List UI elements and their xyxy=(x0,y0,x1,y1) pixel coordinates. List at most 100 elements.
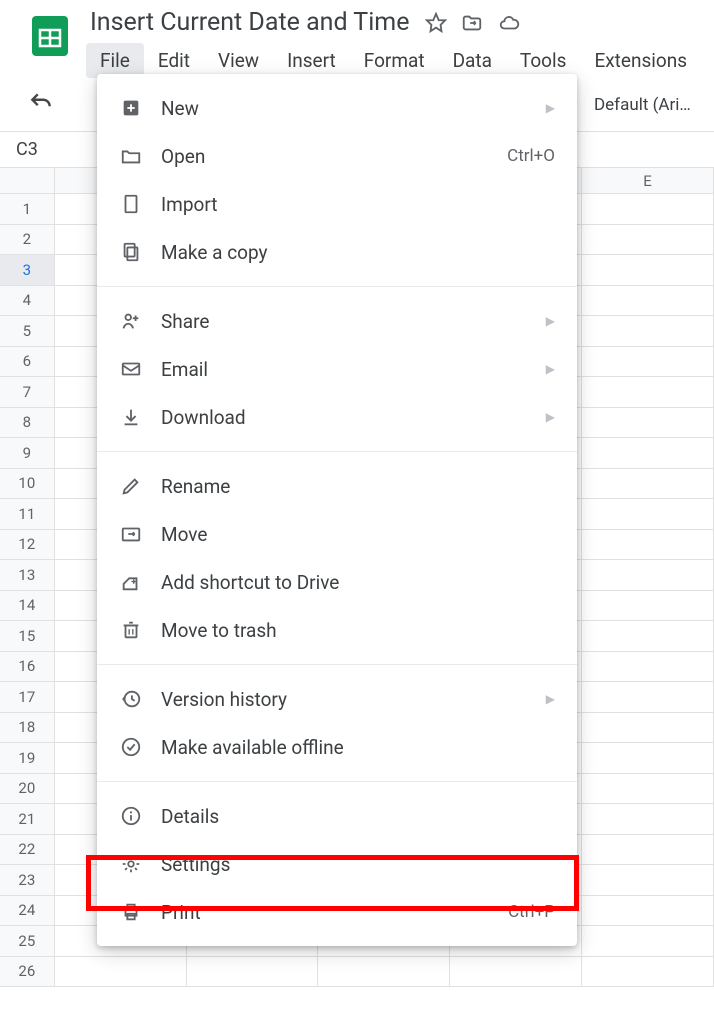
menu-file[interactable]: File xyxy=(86,43,144,78)
shortcut-icon xyxy=(119,570,143,594)
row-header[interactable]: 5 xyxy=(0,316,55,346)
row-header[interactable]: 2 xyxy=(0,225,55,255)
cell[interactable] xyxy=(450,957,582,987)
star-icon[interactable] xyxy=(425,12,447,34)
row-header[interactable]: 6 xyxy=(0,347,55,377)
cell-reference: C3 xyxy=(16,139,86,160)
menu-item-version-history[interactable]: Version history▶ xyxy=(97,675,577,723)
menu-tools[interactable]: Tools xyxy=(506,43,581,78)
cell[interactable] xyxy=(582,499,714,529)
row-header[interactable]: 9 xyxy=(0,438,55,468)
row-header[interactable]: 23 xyxy=(0,865,55,895)
row-header[interactable]: 15 xyxy=(0,621,55,651)
row-header[interactable]: 12 xyxy=(0,530,55,560)
menu-item-label: Make a copy xyxy=(161,241,555,264)
cell[interactable] xyxy=(582,652,714,682)
cell[interactable] xyxy=(582,804,714,834)
cell[interactable] xyxy=(582,469,714,499)
menu-item-new[interactable]: New▶ xyxy=(97,84,577,132)
row-header[interactable]: 3 xyxy=(0,255,55,285)
menu-insert[interactable]: Insert xyxy=(273,43,350,78)
menu-item-share[interactable]: Share▶ xyxy=(97,297,577,345)
cell[interactable] xyxy=(318,957,450,987)
menu-extensions[interactable]: Extensions xyxy=(580,43,701,78)
row-header[interactable]: 10 xyxy=(0,469,55,499)
cell[interactable] xyxy=(582,408,714,438)
import-icon xyxy=(119,192,143,216)
menu-item-settings[interactable]: Settings xyxy=(97,840,577,888)
menu-item-details[interactable]: Details xyxy=(97,792,577,840)
cell[interactable] xyxy=(582,835,714,865)
cell[interactable] xyxy=(582,713,714,743)
cell[interactable] xyxy=(582,621,714,651)
cloud-status-icon[interactable] xyxy=(497,12,521,34)
document-title[interactable]: Insert Current Date and Time xyxy=(86,6,413,39)
menu-item-print[interactable]: PrintCtrl+P xyxy=(97,888,577,936)
menu-item-label: Settings xyxy=(161,853,555,876)
menu-item-rename[interactable]: Rename xyxy=(97,462,577,510)
menu-item-make-available-offline[interactable]: Make available offline xyxy=(97,723,577,771)
menu-item-move[interactable]: Move xyxy=(97,510,577,558)
row-header[interactable]: 4 xyxy=(0,286,55,316)
menu-item-add-shortcut-to-drive[interactable]: Add shortcut to Drive xyxy=(97,558,577,606)
menu-item-move-to-trash[interactable]: Move to trash xyxy=(97,606,577,654)
row-header[interactable]: 21 xyxy=(0,804,55,834)
cell[interactable] xyxy=(582,377,714,407)
menu-item-download[interactable]: Download▶ xyxy=(97,393,577,441)
cell[interactable] xyxy=(582,194,714,224)
cell[interactable] xyxy=(582,896,714,926)
row-header[interactable]: 14 xyxy=(0,591,55,621)
cell[interactable] xyxy=(55,957,187,987)
menu-format[interactable]: Format xyxy=(350,43,439,78)
menu-item-email[interactable]: Email▶ xyxy=(97,345,577,393)
menu-separator xyxy=(97,664,577,665)
row-header[interactable]: 17 xyxy=(0,682,55,712)
cell[interactable] xyxy=(582,926,714,956)
row-header[interactable]: 19 xyxy=(0,743,55,773)
cell[interactable] xyxy=(582,255,714,285)
cell[interactable] xyxy=(582,316,714,346)
row-header[interactable]: 18 xyxy=(0,713,55,743)
row-header[interactable]: 26 xyxy=(0,957,55,987)
row-header[interactable]: 1 xyxy=(0,194,55,224)
move-folder-icon[interactable] xyxy=(461,12,483,34)
cell[interactable] xyxy=(582,286,714,316)
menu-data[interactable]: Data xyxy=(439,43,506,78)
sheets-logo[interactable] xyxy=(24,10,76,62)
row-header[interactable]: 20 xyxy=(0,774,55,804)
menu-item-open[interactable]: OpenCtrl+O xyxy=(97,132,577,180)
cell[interactable] xyxy=(582,347,714,377)
cell[interactable] xyxy=(582,560,714,590)
row-header[interactable]: 7 xyxy=(0,377,55,407)
cell[interactable] xyxy=(582,957,714,987)
row-header[interactable]: 16 xyxy=(0,652,55,682)
file-menu-dropdown: New▶OpenCtrl+OImport Make a copy Share▶Ema… xyxy=(97,74,577,946)
row-header[interactable]: 22 xyxy=(0,835,55,865)
undo-icon[interactable] xyxy=(28,90,54,120)
cell[interactable] xyxy=(582,743,714,773)
cell[interactable] xyxy=(582,865,714,895)
select-all-corner[interactable] xyxy=(0,168,55,193)
row-header[interactable]: 11 xyxy=(0,499,55,529)
row-header[interactable]: 8 xyxy=(0,408,55,438)
menu-view[interactable]: View xyxy=(204,43,273,78)
cell[interactable] xyxy=(582,530,714,560)
menu-item-label: Rename xyxy=(161,475,555,498)
cell[interactable] xyxy=(187,957,319,987)
menu-edit[interactable]: Edit xyxy=(144,43,204,78)
cell[interactable] xyxy=(582,591,714,621)
cell[interactable] xyxy=(582,774,714,804)
font-selector[interactable]: Default (Ari… xyxy=(588,89,704,121)
row-header[interactable]: 13 xyxy=(0,560,55,590)
menu-item-label: Open xyxy=(161,145,497,168)
rename-icon xyxy=(119,474,143,498)
row-header[interactable]: 24 xyxy=(0,896,55,926)
cell[interactable] xyxy=(582,225,714,255)
settings-icon xyxy=(119,852,143,876)
cell[interactable] xyxy=(582,438,714,468)
column-header-E[interactable]: E xyxy=(582,168,714,193)
cell[interactable] xyxy=(582,682,714,712)
row-header[interactable]: 25 xyxy=(0,926,55,956)
menu-item-make-a-copy[interactable]: Make a copy xyxy=(97,228,577,276)
menu-item-import[interactable]: Import xyxy=(97,180,577,228)
